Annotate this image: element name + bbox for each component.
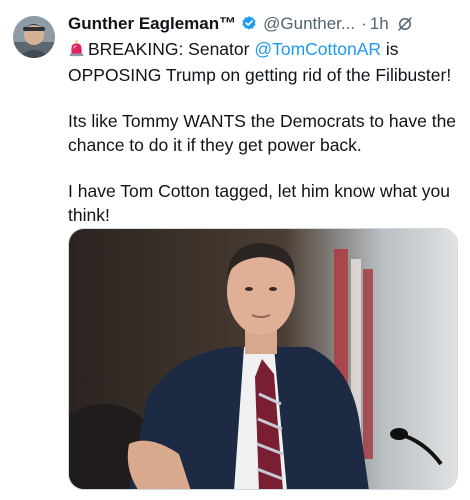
senator-photo [69,229,457,489]
tweet-line-prefix: BREAKING: Senator [88,39,255,59]
header-separator: · [361,14,367,33]
author-handle[interactable]: @Gunther... [263,14,355,34]
siren-emoji-icon [68,39,85,63]
author-name[interactable]: Gunther Eagleman™ [68,14,236,34]
tweet-paragraph-2: Its like Tommy WANTS the Democrats to ha… [68,111,457,155]
tweet-timestamp[interactable]: 1h [370,14,389,34]
avatar[interactable] [13,16,55,58]
tweet-image[interactable] [68,228,458,490]
verified-badge-icon [240,15,258,33]
grok-icon[interactable] [396,15,414,33]
tweet-paragraph-1: BREAKING: Senator @TomCottonAR is OPPOSI… [68,37,460,87]
tweet-header: Gunther Eagleman™ @Gunther... · 1h [68,12,462,36]
tweet-text: BREAKING: Senator @TomCottonAR is OPPOSI… [68,37,460,249]
tweet-card[interactable]: Gunther Eagleman™ @Gunther... · 1h BREAK… [0,0,470,500]
tweet-paragraph-3: I have Tom Cotton tagged, let him know w… [68,181,450,225]
avatar-icon [13,16,55,58]
mention-link[interactable]: @TomCottonAR [254,39,381,59]
